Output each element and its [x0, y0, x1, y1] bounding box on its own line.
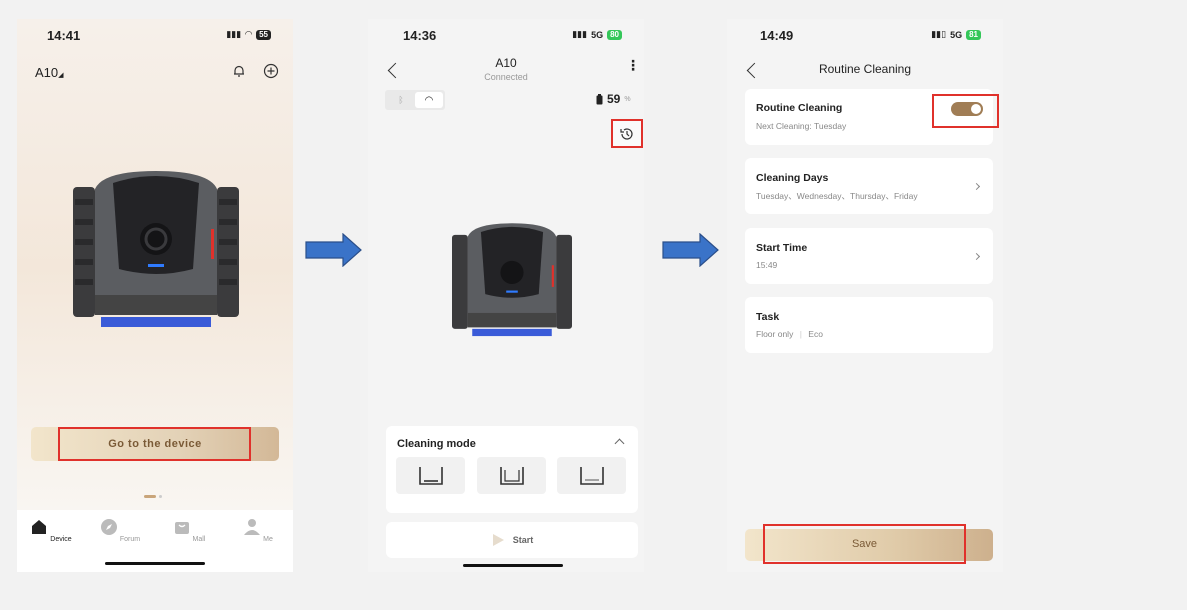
- task-row[interactable]: Task Floor only | Eco: [745, 297, 993, 353]
- device-list-screen: 14:41 ▮▮▮ ◠ 55 A10◢ Go to the device Dev…: [17, 19, 293, 572]
- add-device-icon[interactable]: [263, 63, 279, 79]
- task-mode: Floor only: [756, 329, 794, 339]
- cleaning-mode-title: Cleaning mode: [397, 438, 476, 450]
- bell-icon[interactable]: [232, 64, 246, 78]
- page-indicator: [144, 495, 162, 498]
- signal-icon: ▮▮▮: [572, 29, 588, 39]
- network-label: 5G: [591, 29, 604, 40]
- status-bar: 14:49 ▮▮▯ 5G 81: [727, 28, 1003, 44]
- battery-level: 59%: [596, 92, 631, 106]
- bag-icon: [174, 522, 189, 534]
- floor-mode-icon: [418, 466, 443, 485]
- tab-forum[interactable]: Forum: [95, 518, 145, 543]
- compass-icon: [100, 519, 117, 535]
- chevron-right-icon: [972, 182, 981, 191]
- robot-image: [452, 223, 572, 337]
- cleaning-history-button[interactable]: [611, 119, 643, 148]
- wifi-icon: ◠: [245, 29, 253, 39]
- cleaning-days-row[interactable]: Cleaning Days Tuesday、Wednesday、Thursday…: [745, 158, 993, 214]
- collapse-icon[interactable]: [614, 438, 625, 449]
- cleaning-mode-card: Cleaning mode: [386, 426, 638, 513]
- page-title: Routine Cleaning: [818, 62, 912, 76]
- connection-toggle[interactable]: ᛒ ◠: [385, 90, 445, 110]
- battery-icon: 81: [966, 29, 981, 40]
- waterline-mode-icon: [579, 466, 604, 485]
- signal-icon: ▮▮▯: [931, 29, 947, 39]
- routine-cleaning-toggle[interactable]: [951, 102, 983, 116]
- history-clock-icon: [620, 127, 633, 140]
- dropdown-triangle-icon: ◢: [58, 72, 64, 79]
- save-button[interactable]: Save: [763, 524, 966, 564]
- mode-waterline-button[interactable]: [557, 457, 626, 494]
- more-options-icon[interactable]: ⋮: [626, 58, 640, 72]
- status-time: 14:36: [403, 28, 437, 43]
- bluetooth-icon[interactable]: ᛒ: [387, 92, 415, 108]
- routine-cleaning-screen: 14:49 ▮▮▯ 5G 81 Routine Cleaning Routine…: [727, 19, 1003, 572]
- robot-image: [73, 171, 239, 327]
- wifi-icon[interactable]: ◠: [415, 92, 443, 108]
- device-name: A10: [495, 56, 517, 70]
- battery-icon: 55: [256, 29, 271, 40]
- connection-status: Connected: [484, 72, 528, 82]
- tab-mall[interactable]: Mall: [164, 518, 214, 543]
- tab-device[interactable]: Device: [26, 518, 76, 543]
- tab-me[interactable]: Me: [233, 518, 283, 543]
- status-time: 14:49: [760, 28, 794, 43]
- battery-icon: 80: [607, 29, 622, 40]
- bottom-tab-bar: Device Forum Mall Me: [17, 510, 293, 572]
- status-bar: 14:41 ▮▮▮ ◠ 55: [17, 28, 293, 44]
- flow-arrow-icon: [305, 233, 362, 267]
- play-icon: [492, 534, 504, 546]
- start-time-row[interactable]: Start Time 15:49: [745, 228, 993, 284]
- highlight-go-button: [58, 427, 251, 461]
- flow-arrow-icon: [662, 233, 719, 267]
- task-power: Eco: [808, 329, 823, 339]
- highlight-toggle: [932, 94, 999, 128]
- mode-floor-button[interactable]: [396, 457, 465, 494]
- status-bar: 14:36 ▮▮▮ 5G 80: [368, 28, 644, 44]
- signal-icon: ▮▮▮: [226, 29, 242, 39]
- device-selector[interactable]: A10◢: [35, 65, 64, 80]
- start-button[interactable]: Start: [386, 522, 638, 558]
- status-time: 14:41: [47, 28, 81, 43]
- network-label: 5G: [950, 29, 963, 40]
- device-control-screen: 14:36 ▮▮▮ 5G 80 A10 Connected ⋮ ᛒ ◠ 59% …: [368, 19, 644, 572]
- battery-small-icon: [596, 93, 603, 104]
- mode-floor-wall-button[interactable]: [477, 457, 546, 494]
- home-icon: [32, 520, 47, 534]
- chevron-right-icon: [972, 252, 981, 261]
- home-indicator: [105, 562, 205, 565]
- floor-wall-mode-icon: [499, 466, 524, 485]
- person-icon: [244, 519, 261, 535]
- home-indicator: [463, 564, 563, 567]
